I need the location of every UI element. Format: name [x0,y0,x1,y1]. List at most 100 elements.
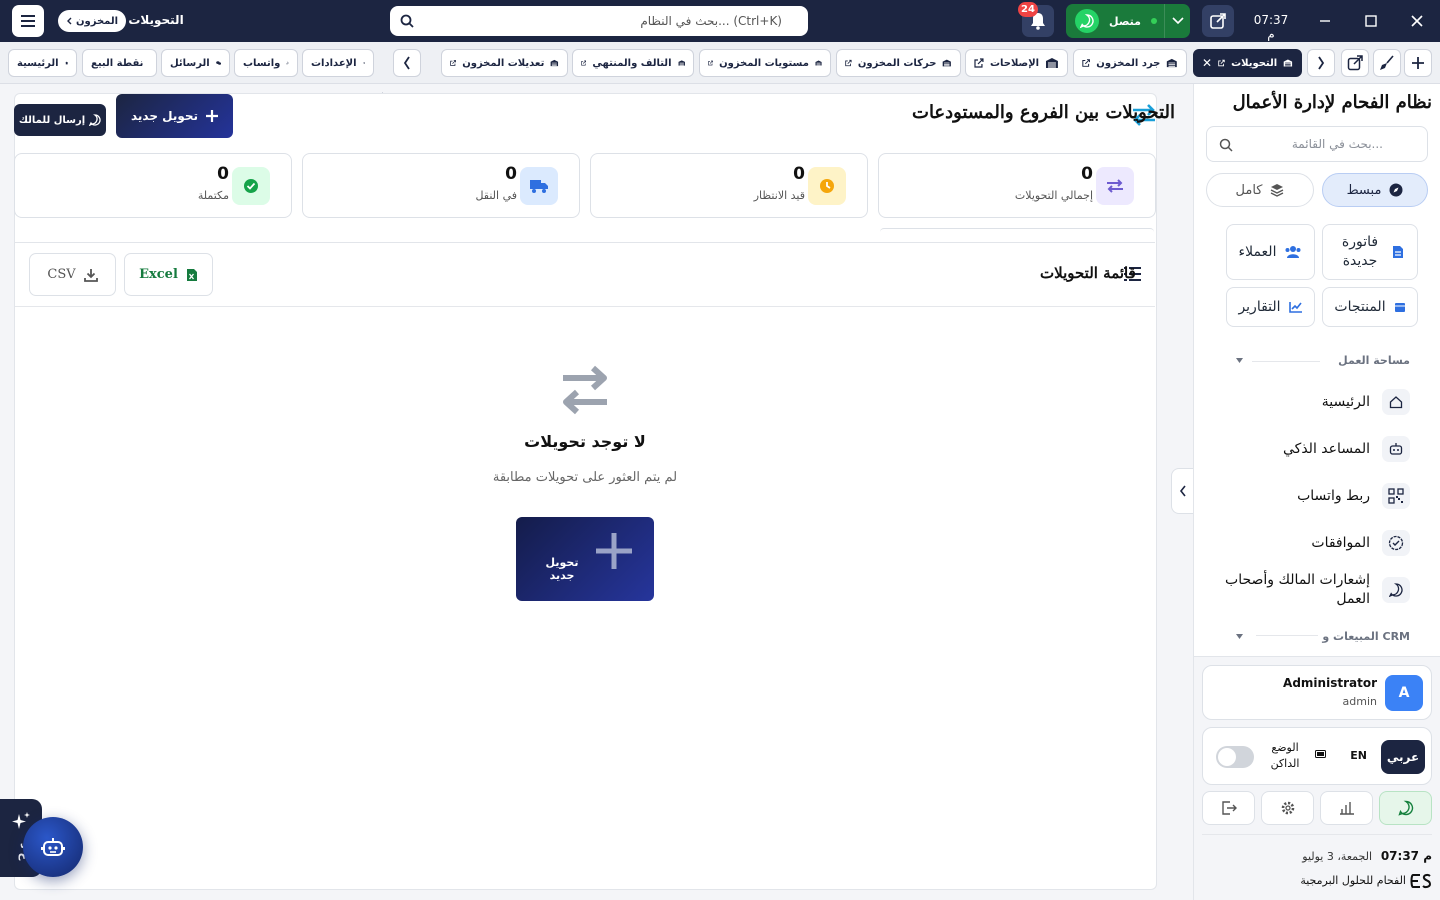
new-tab-button[interactable] [1404,49,1432,77]
export-excel-label: Excel [139,267,178,282]
chevron-left-icon [403,56,410,70]
sidebar-item-approvals[interactable]: الموافقات [1220,530,1410,556]
tab-label: التحويلات [1231,57,1278,69]
quick-pos[interactable]: نقطة البيع [82,49,157,77]
minimize-button[interactable] [1311,8,1339,34]
quick-messages[interactable]: الرسائل [161,49,230,77]
sidebar-collapse-button[interactable] [1171,468,1193,514]
whatsapp-icon [89,114,101,126]
reports-shortcut[interactable]: التقارير [1226,287,1315,327]
clean-tabs-button[interactable] [1373,49,1401,77]
clock: 07:37 م [1253,13,1289,41]
close-window-button[interactable] [1403,8,1431,34]
language-arabic-button[interactable]: عربي [1381,740,1425,774]
quick-home[interactable]: الرئيسية [8,49,77,77]
user-card[interactable]: A Administrator admin [1202,665,1432,720]
tab-repairs[interactable]: الإصلاحات [965,49,1068,77]
badge-check-icon [1382,530,1410,556]
sidebar-search-input[interactable]: بحث في القائمة... [1206,126,1428,162]
quick-settings[interactable]: الإعدادات [302,49,374,77]
close-icon[interactable]: ✕ [1202,56,1212,70]
check-icon [232,167,270,205]
send-owner-label: إرسال للمالك [18,114,86,126]
language-english-button[interactable]: EN [1350,749,1367,762]
new-transfer-button[interactable]: تحويل جديد [116,94,233,138]
plus-icon [1412,57,1424,69]
chevron-down-icon[interactable] [1164,4,1190,38]
tab-stocktake[interactable]: جرد المخزون [1073,49,1187,77]
send-to-owner-button[interactable]: إرسال للمالك [14,104,106,136]
stat-in-transit: 0 في النقل [302,153,580,218]
new-invoice-label: فاتورة جديدة [1341,234,1379,269]
export-excel-button[interactable]: Excel [124,253,213,296]
tab-label: مستويات المخزون [719,57,809,69]
whatsapp-footer-button[interactable] [1379,791,1432,825]
new-invoice-shortcut[interactable]: فاتورة جديدة [1322,224,1418,280]
mode-full-toggle[interactable]: كامل [1206,173,1314,207]
stat-pending: 0 قيد الانتظار [590,153,868,218]
swap-icon [563,365,607,415]
products-shortcut[interactable]: المنتجات [1322,287,1418,327]
sidebar-date: الجمعة، 3 يوليو [1302,850,1372,863]
sidebar-item-home[interactable]: الرئيسية [1220,389,1410,415]
breadcrumb[interactable]: المخزون [58,10,127,32]
plus-icon [596,533,632,569]
external-link-icon [1210,13,1226,29]
quick-link-label: واتساب [243,57,281,69]
compass-icon [1389,183,1403,197]
settings-footer-button[interactable] [1261,791,1314,825]
mode-simple-toggle[interactable]: مبسط [1322,173,1428,207]
external-link-icon [1347,55,1363,71]
tabs-scroll-left[interactable] [393,49,421,77]
whatsapp-status[interactable]: متصل [1066,4,1190,38]
menu-button[interactable] [12,5,44,37]
open-external-button[interactable] [1202,5,1234,37]
chat-icon [215,61,221,65]
section-workspace[interactable]: مساحة العمل [1338,354,1410,367]
global-search[interactable]: بحث في النظام... (Ctrl+K) [390,6,808,36]
page-heading: التحويلات بين الفروع والمستودعات [912,102,1175,123]
plus-icon [206,110,219,122]
quick-whatsapp[interactable]: واتساب [234,49,298,77]
tab-transfers[interactable]: ✕ التحويلات [1193,49,1302,77]
section-sales-crm[interactable]: المبيعات و CRM [1322,630,1410,643]
analytics-footer-button[interactable] [1320,791,1373,825]
reports-label: التقارير [1238,299,1281,315]
mode-simple-label: مبسط [1346,182,1382,198]
tab-stock-movements[interactable]: حركات المخزون [836,49,961,77]
empty-new-transfer-button[interactable]: تحويل جديد [516,517,654,601]
warehouse-icon [815,60,822,66]
external-link-icon [708,60,713,66]
sidebar-item-whatsapp-link[interactable]: ربط واتساب [1220,483,1410,509]
ai-chat-bubble[interactable] [23,817,83,877]
tab-stock-levels[interactable]: مستويات المخزون [699,49,831,77]
invoice-icon [1393,246,1403,258]
detach-tab-button[interactable] [1341,49,1369,77]
export-csv-button[interactable]: CSV [29,253,116,296]
sidebar-item-ai-assistant[interactable]: المساعد الذكي [1220,436,1410,462]
sidebar-item-owner-notifications[interactable]: إشعارات المالك وأصحاب العمل [1220,571,1410,609]
logout-footer-button[interactable] [1202,791,1255,825]
gear-icon [362,62,365,64]
divider [1252,361,1320,362]
tab-damaged-expired[interactable]: التالف والمنتهي [572,49,694,77]
customers-shortcut[interactable]: العملاء [1226,224,1315,280]
sidebar-item-label: ربط واتساب [1297,487,1370,504]
new-transfer-label: تحويل جديد [130,109,199,123]
maximize-button[interactable] [1357,8,1385,34]
dark-mode-toggle[interactable] [1216,746,1254,768]
external-link-icon [1082,59,1090,67]
chevron-left-icon [1179,485,1186,497]
chevron-down-icon[interactable] [1236,358,1243,363]
close-icon [1411,15,1423,27]
tabs-scroll-right[interactable] [1307,49,1335,77]
robot-icon [41,838,65,856]
tab-stock-adjustments[interactable]: تعديلات المخزون [441,49,568,77]
robot-icon [1382,436,1410,462]
maximize-icon [1365,15,1377,27]
stat-label: في النقل [475,189,517,202]
tab-label: جرد المخزون [1096,57,1161,69]
search-placeholder: بحث في النظام... (Ctrl+K) [640,14,782,28]
tab-label: الإصلاحات [989,57,1040,69]
chevron-down-icon[interactable] [1236,634,1243,639]
